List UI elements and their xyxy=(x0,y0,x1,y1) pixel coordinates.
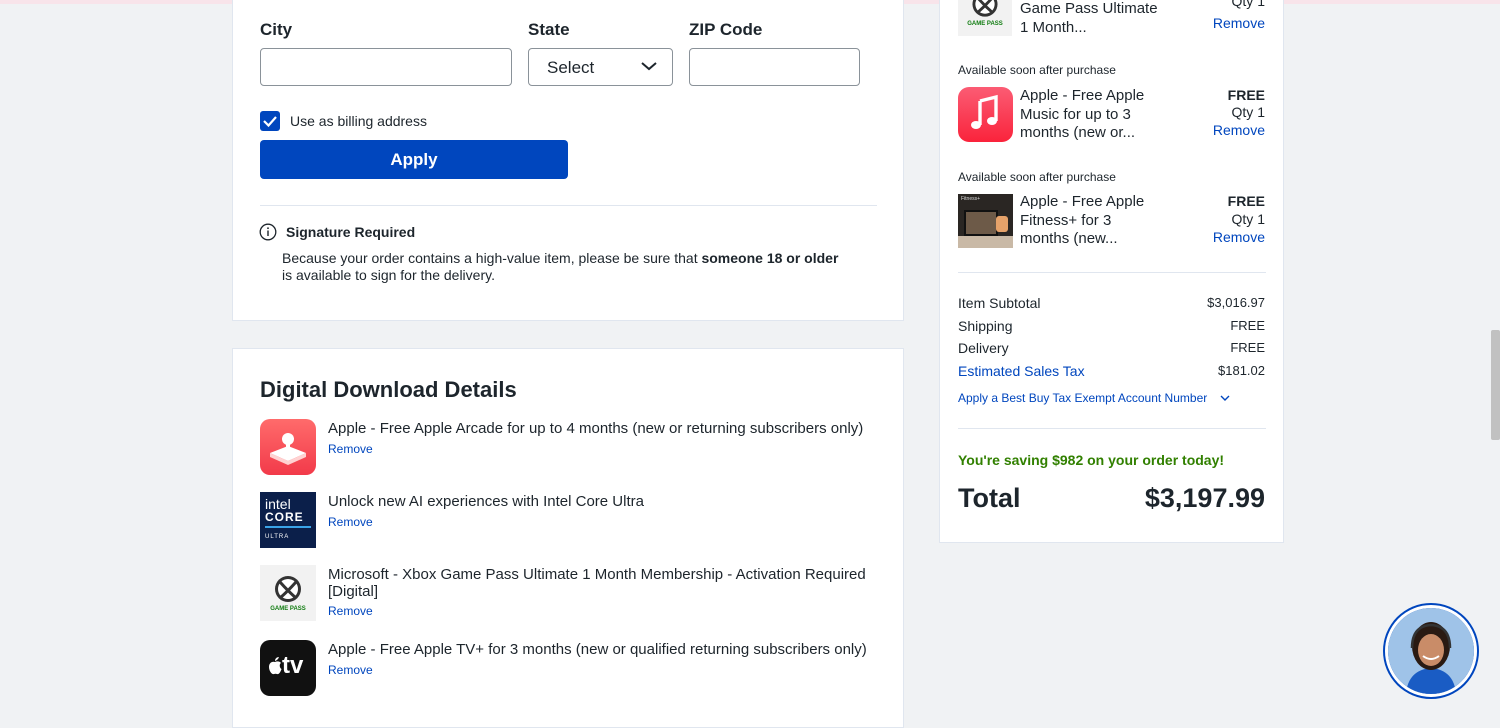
summary-item-name[interactable]: Apple - Free Apple Fitness+ for 3 months… xyxy=(1020,193,1170,249)
summary-item-price: FREE xyxy=(1227,87,1265,103)
availability-note: Available soon after purchase xyxy=(958,170,1116,184)
xbox-game-pass-icon: GAME PASS xyxy=(958,0,1012,36)
tax-exempt-label: Apply a Best Buy Tax Exempt Account Numb… xyxy=(958,391,1208,405)
availability-note: Available soon after purchase xyxy=(958,63,1116,77)
xbox-game-pass-icon: GAME PASS xyxy=(260,565,316,621)
subtotal-value: $3,016.97 xyxy=(1207,295,1265,310)
subtotal-label: Item Subtotal xyxy=(958,295,1041,311)
summary-item-name-line1: Game Pass Ultimate xyxy=(1020,0,1158,17)
zip-input[interactable] xyxy=(689,48,860,86)
scrollbar-thumb[interactable] xyxy=(1491,330,1500,440)
shipping-label: Shipping xyxy=(958,318,1013,334)
summary-item-price: FREE xyxy=(1227,193,1265,209)
remove-link[interactable]: Remove xyxy=(328,442,373,456)
signature-text-start: Because your order contains a high-value… xyxy=(282,250,702,266)
remove-link[interactable]: Remove xyxy=(1213,229,1265,246)
state-select-value: Select xyxy=(547,58,595,77)
remove-link[interactable]: Remove xyxy=(328,663,373,677)
summary-item-name-line3: months (new or... xyxy=(1020,124,1136,141)
digital-download-card: Digital Download Details Apple - Free Ap… xyxy=(232,348,904,728)
summary-item-name-line2: Music for up to 3 xyxy=(1020,105,1131,123)
chevron-down-icon xyxy=(641,62,657,71)
game-pass-text: GAME PASS xyxy=(967,21,1003,27)
tv-text: tv xyxy=(282,652,304,679)
divider xyxy=(260,205,877,206)
billing-address-label: Use as billing address xyxy=(290,113,427,129)
signature-title: Signature Required xyxy=(286,224,416,240)
digital-item-title[interactable]: Unlock new AI experiences with Intel Cor… xyxy=(328,493,644,510)
intel-core-text: CORE xyxy=(265,510,304,524)
remove-link[interactable]: Remove xyxy=(328,604,373,618)
summary-item-name-line2: Fitness+ for 3 xyxy=(1020,211,1112,229)
summary-item-qty: Qty 1 xyxy=(1231,104,1265,120)
order-summary-card: GAME PASS Game Pass Ultimate 1 Month... … xyxy=(939,0,1284,543)
summary-item-name[interactable]: Game Pass Ultimate 1 Month... xyxy=(1020,0,1170,37)
signature-text: Because your order contains a high-value… xyxy=(282,250,882,284)
delivery-value: FREE xyxy=(1230,340,1265,355)
info-icon xyxy=(259,223,277,241)
tax-value: $181.02 xyxy=(1218,363,1265,378)
total-value: $3,197.99 xyxy=(1144,483,1265,513)
signature-text-end: is available to sign for the delivery. xyxy=(282,267,495,283)
shipping-address-card: City State ZIP Code Select Use as billin… xyxy=(232,0,904,321)
apple-fitness-icon: Fitness+ xyxy=(958,194,1013,248)
intel-ultra-text: ULTRA xyxy=(265,534,290,540)
signature-text-bold: someone 18 or older xyxy=(701,250,839,266)
divider xyxy=(958,428,1266,429)
delivery-label: Delivery xyxy=(958,340,1009,356)
remove-link[interactable]: Remove xyxy=(328,515,373,529)
estimated-tax-link[interactable]: Estimated Sales Tax xyxy=(958,363,1085,379)
game-pass-text: GAME PASS xyxy=(270,606,306,612)
state-label: State xyxy=(528,20,570,39)
summary-item-name-line2: 1 Month... xyxy=(1020,18,1087,36)
total-label: Total xyxy=(958,483,1021,513)
chat-assistant-button[interactable] xyxy=(1385,605,1477,697)
digital-item-title-line2: [Digital] xyxy=(328,583,379,600)
billing-address-checkbox[interactable] xyxy=(260,111,280,131)
summary-item-name-line1: Apple - Free Apple xyxy=(1020,87,1145,104)
digital-item-title[interactable]: Apple - Free Apple Arcade for up to 4 mo… xyxy=(328,420,863,437)
apple-logo-icon xyxy=(269,657,282,675)
remove-link[interactable]: Remove xyxy=(1213,122,1265,139)
summary-item-name-line3: months (new... xyxy=(1020,230,1118,247)
digital-download-heading: Digital Download Details xyxy=(260,377,517,402)
fitness-watch xyxy=(996,216,1008,232)
apple-tv-icon: tv xyxy=(260,640,316,696)
tax-exempt-toggle[interactable]: Apply a Best Buy Tax Exempt Account Numb… xyxy=(958,391,1231,405)
remove-link[interactable]: Remove xyxy=(1213,15,1265,32)
digital-item-title-line1: Microsoft - Xbox Game Pass Ultimate 1 Mo… xyxy=(328,566,866,583)
summary-item-name-line1: Apple - Free Apple xyxy=(1020,193,1145,210)
savings-message: You're saving $982 on your order today! xyxy=(958,452,1225,468)
zip-label: ZIP Code xyxy=(689,20,763,39)
fitness-screen xyxy=(964,210,998,236)
state-select[interactable]: Select xyxy=(528,48,673,86)
checkmark-icon xyxy=(263,116,277,128)
intel-core-ultra-icon: intel CORE ULTRA xyxy=(260,492,316,548)
apply-button[interactable]: Apply xyxy=(260,140,568,179)
digital-item-title[interactable]: Apple - Free Apple TV+ for 3 months (new… xyxy=(328,641,867,658)
apple-arcade-icon xyxy=(260,419,316,475)
shipping-value: FREE xyxy=(1230,318,1265,333)
apple-music-icon xyxy=(958,87,1013,142)
digital-item-title[interactable]: Microsoft - Xbox Game Pass Ultimate 1 Mo… xyxy=(328,566,866,600)
divider xyxy=(958,272,1266,273)
chevron-down-icon xyxy=(1220,395,1230,401)
summary-item-qty: Qty 1 xyxy=(1231,211,1265,227)
summary-item-qty: Qty 1 xyxy=(1231,0,1265,9)
city-label: City xyxy=(260,20,293,39)
city-input[interactable] xyxy=(260,48,512,86)
fitness-table xyxy=(958,236,1013,248)
fitness-label: Fitness+ xyxy=(961,196,981,202)
intel-stripe xyxy=(265,526,311,528)
summary-item-name[interactable]: Apple - Free Apple Music for up to 3 mon… xyxy=(1020,87,1170,143)
avatar xyxy=(1388,608,1474,694)
